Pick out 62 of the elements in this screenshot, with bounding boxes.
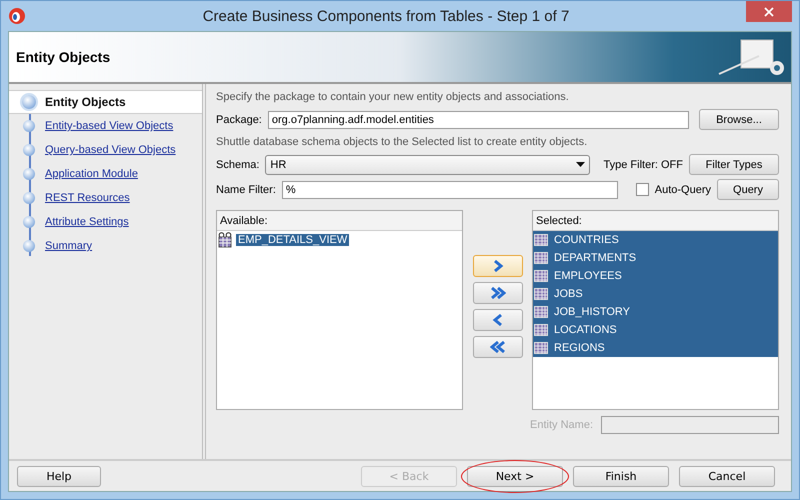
step-bullet-icon	[22, 95, 36, 109]
step-link[interactable]: Application Module	[45, 168, 138, 180]
step-bullet-icon	[23, 192, 35, 204]
table-icon	[534, 234, 548, 246]
finish-button[interactable]: Finish	[573, 466, 669, 486]
schema-dropdown[interactable]: HR	[265, 154, 590, 174]
table-icon	[534, 324, 548, 336]
list-header: Available:	[217, 211, 462, 231]
field-label: Name Filter:	[216, 184, 276, 196]
step-bullet-icon	[23, 240, 35, 252]
package-field[interactable]: org.o7planning.adf.model.entities	[268, 110, 689, 128]
checkbox-label: Auto-Query	[654, 184, 711, 196]
list-header: Selected:	[533, 211, 778, 231]
checkbox[interactable]	[636, 183, 649, 196]
list-item[interactable]: REGIONS	[533, 339, 778, 357]
close-icon	[764, 6, 774, 16]
table-icon	[534, 342, 548, 354]
field-label: Entity Name:	[530, 419, 593, 431]
table-icon	[534, 270, 548, 282]
step-bullet-icon	[23, 144, 35, 156]
step-link[interactable]: Query-based View Objects	[45, 144, 176, 156]
move-all-left-icon	[490, 340, 506, 354]
name-filter-field[interactable]: %	[282, 180, 618, 198]
list-item[interactable]: LOCATIONS	[533, 321, 778, 339]
next-button[interactable]: Next >	[467, 466, 563, 486]
window-title: Create Business Components from Tables - Step 1 of 7	[202, 8, 570, 24]
instruction-text: Shuttle database schema objects to the Selected list to create entity objects.	[216, 135, 588, 150]
move-all-right-icon	[490, 286, 506, 300]
help-button[interactable]: Help	[17, 466, 101, 486]
shuttle-button[interactable]	[472, 309, 522, 331]
app-icon	[8, 7, 26, 25]
shuttle-button[interactable]	[472, 336, 522, 358]
field-label: Package:	[216, 114, 262, 126]
query-button[interactable]: Query	[717, 179, 779, 200]
instruction-text: Specify the package to contain your new entity objects and associations.	[216, 90, 570, 105]
list-item[interactable]: DEPARTMENTS	[533, 249, 778, 267]
list-item[interactable]: COUNTRIES	[533, 231, 778, 249]
table-icon	[534, 288, 548, 300]
table-view-icon	[218, 232, 232, 248]
cancel-button[interactable]: Cancel	[679, 466, 775, 486]
list-item[interactable]: EMP_DETAILS_VIEW	[236, 234, 350, 246]
close-button[interactable]	[746, 1, 792, 22]
list-item[interactable]: JOBS	[533, 285, 778, 303]
filter-types-button[interactable]: Filter Types	[689, 154, 779, 175]
list-item[interactable]: JOB_HISTORY	[533, 303, 778, 321]
field-label: Schema:	[216, 158, 260, 170]
step-link[interactable]: Summary	[45, 240, 92, 252]
step-link[interactable]: Entity-based View Objects	[45, 120, 174, 132]
shuttle-button[interactable]	[472, 255, 522, 277]
step-bullet-icon	[23, 168, 35, 180]
browse-button[interactable]: Browse...	[699, 109, 779, 130]
table-icon	[534, 252, 548, 264]
step-link[interactable]: Attribute Settings	[45, 216, 129, 228]
step-bullet-icon	[23, 120, 35, 132]
table-icon	[534, 306, 548, 318]
type-filter-status: Type Filter: OFF	[604, 158, 683, 170]
page-title: Entity Objects	[15, 49, 110, 65]
dropdown-caret-icon	[576, 162, 585, 167]
step-link[interactable]: REST Resources	[45, 192, 130, 204]
shuttle-button[interactable]	[472, 282, 522, 304]
step-bullet-icon	[23, 216, 35, 228]
list-item[interactable]: EMPLOYEES	[533, 267, 778, 285]
